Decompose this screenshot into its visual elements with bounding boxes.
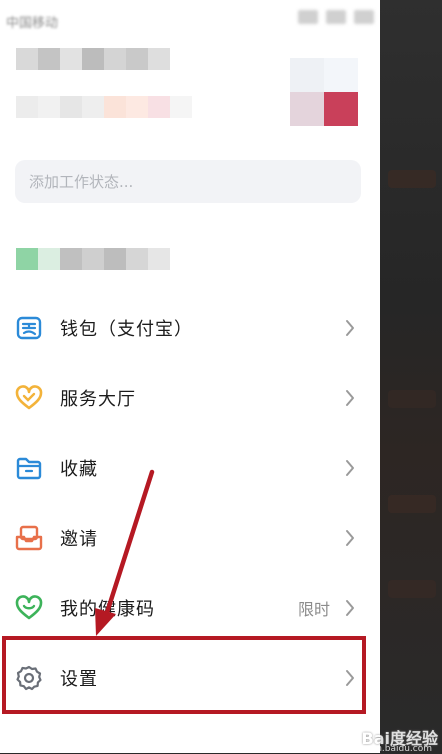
menu-item-label: 收藏 [60, 459, 98, 480]
health-code-icon [14, 593, 44, 623]
menu-item-label: 设置 [60, 669, 98, 690]
side-drawer: 中国移动 钱包（支付宝） [0, 0, 380, 753]
gear-icon [14, 663, 44, 693]
menu-item-wallet[interactable]: 钱包（支付宝） [0, 293, 380, 363]
menu-item-health-code[interactable]: 我的健康码 限时 [0, 573, 380, 643]
signal-icon [298, 10, 318, 24]
folder-icon [14, 453, 44, 483]
invite-tray-icon [14, 523, 44, 553]
work-status-input[interactable] [15, 160, 361, 203]
dimmed-backdrop[interactable] [380, 0, 442, 753]
battery-icon [354, 10, 374, 24]
backdrop-blur-patch [388, 580, 436, 598]
chevron-right-icon [342, 457, 358, 479]
chevron-right-icon [342, 317, 358, 339]
profile-header[interactable] [0, 40, 380, 150]
wallet-icon [14, 313, 44, 343]
chevron-right-icon [342, 527, 358, 549]
carrier-label: 中国移动 [6, 16, 59, 31]
menu-item-settings[interactable]: 设置 [0, 643, 380, 713]
organization-row-redacted[interactable] [16, 248, 170, 270]
menu-item-service-hall[interactable]: 服务大厅 [0, 363, 380, 433]
chevron-right-icon [342, 387, 358, 409]
backdrop-blur-patch [388, 390, 436, 408]
user-name-redacted [16, 48, 170, 70]
menu-item-favorites[interactable]: 收藏 [0, 433, 380, 503]
status-bar: 中国移动 [0, 0, 380, 40]
menu-item-label: 服务大厅 [60, 389, 136, 410]
menu-item-invite[interactable]: 邀请 [0, 503, 380, 573]
backdrop-blur-patch [388, 170, 436, 188]
menu-item-label: 邀请 [60, 529, 98, 550]
menu-item-label: 钱包（支付宝） [60, 319, 193, 340]
chevron-right-icon [342, 597, 358, 619]
menu-item-label: 我的健康码 [60, 599, 155, 620]
user-org-redacted [16, 96, 192, 118]
status-icons [298, 10, 374, 24]
limited-time-badge: 限时 [297, 600, 330, 619]
avatar[interactable] [290, 58, 358, 126]
backdrop-blur-patch [388, 495, 436, 513]
heart-service-icon [14, 383, 44, 413]
chevron-right-icon [342, 667, 358, 689]
wifi-icon [326, 10, 346, 24]
